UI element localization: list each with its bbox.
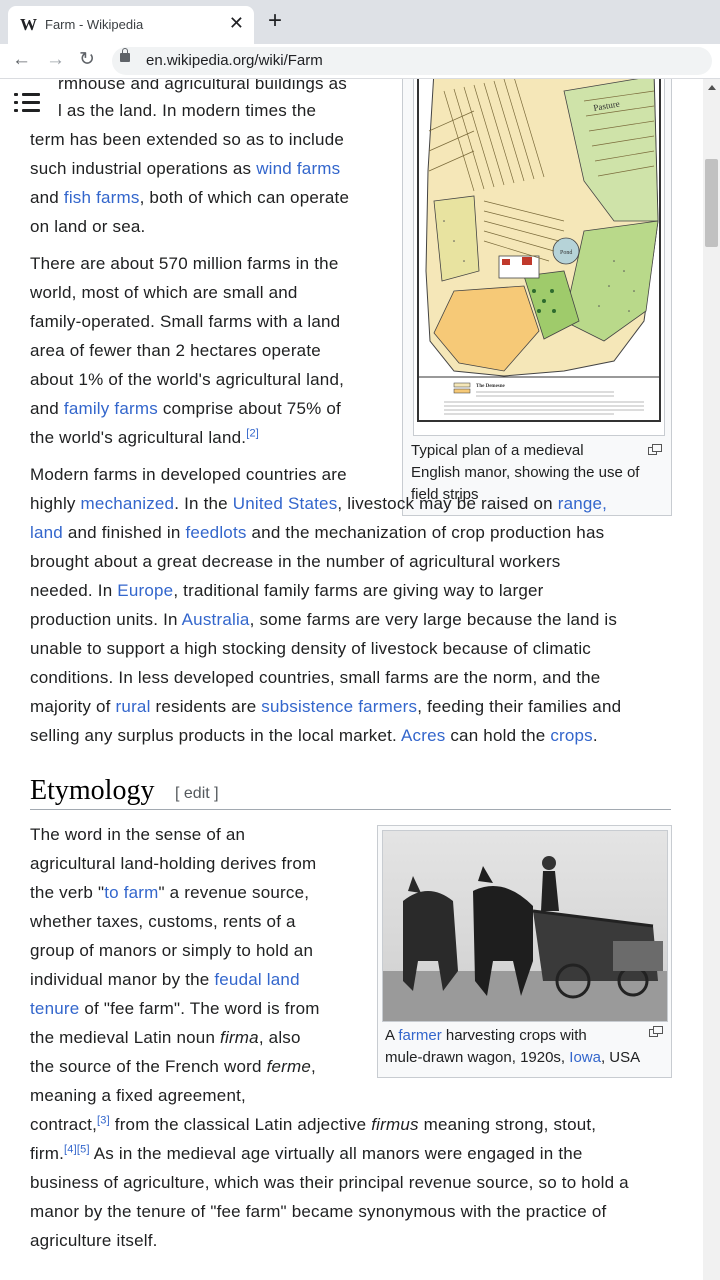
range-land-link[interactable]: range, xyxy=(558,494,607,513)
united-states-link[interactable]: United States xyxy=(233,494,338,513)
europe-link[interactable]: Europe xyxy=(117,581,173,600)
tab-strip: W Farm - Wikipedia ✕ + xyxy=(0,0,720,44)
manor-map-figure: Pasture Pond The Demesne Typical plan of… xyxy=(402,79,672,516)
intro-line: There are about 570 million farms in the xyxy=(30,254,339,273)
intro-line: conditions. In less developed countries,… xyxy=(30,668,601,687)
etymology-line: contract,[3] from the classical Latin ad… xyxy=(30,1114,597,1134)
rural-link[interactable]: rural xyxy=(116,697,151,716)
family-farms-link[interactable]: family farms xyxy=(64,399,158,418)
etymology-line: firm.[4][5] As in the medieval age virtu… xyxy=(30,1143,583,1163)
wind-farms-link[interactable]: wind farms xyxy=(256,159,340,178)
intro-line: land and finished in feedlots and the me… xyxy=(30,523,605,542)
lock-icon xyxy=(120,48,130,62)
etymology-line: group of manors or simply to hold an xyxy=(30,941,314,960)
etymology-line: individual manor by the feudal land xyxy=(30,970,300,989)
enlarge-icon[interactable] xyxy=(649,1026,663,1037)
etymology-line: agriculture itself. xyxy=(30,1231,158,1250)
range-land-link[interactable]: land xyxy=(30,523,63,542)
intro-line: selling any surplus products in the loca… xyxy=(30,726,598,745)
map-caption-line: Typical plan of a medieval xyxy=(411,442,584,459)
url-text: en.wikipedia.org/wiki/Farm xyxy=(146,52,323,69)
enlarge-icon[interactable] xyxy=(648,444,662,455)
browser-tab[interactable]: W Farm - Wikipedia ✕ xyxy=(8,6,254,44)
feudal-land-tenure-link[interactable]: tenure xyxy=(30,999,79,1018)
intro-line: highly mechanized. In the United States,… xyxy=(30,494,608,513)
edit-section-link[interactable]: [ edit ] xyxy=(175,785,219,803)
citation-link[interactable]: [3] xyxy=(97,1114,110,1126)
section-heading-etymology: Etymology [ edit ] xyxy=(30,771,671,810)
iowa-link[interactable]: Iowa xyxy=(569,1049,601,1066)
fish-farms-link[interactable]: fish farms xyxy=(64,188,140,207)
manor-map-illustration: Pasture Pond The Demesne xyxy=(414,79,664,435)
intro-line: world, most of which are small and xyxy=(30,283,298,302)
scrollbar-thumb[interactable] xyxy=(705,159,718,247)
intro-line: majority of rural residents are subsiste… xyxy=(30,697,622,716)
acres-link[interactable]: Acres xyxy=(401,726,445,745)
feedlots-link[interactable]: feedlots xyxy=(185,523,246,542)
close-tab-icon[interactable]: ✕ xyxy=(229,13,244,34)
etymology-line: business of agriculture, which was their… xyxy=(30,1173,629,1192)
citation-link[interactable]: [2] xyxy=(246,427,259,439)
vertical-scrollbar[interactable] xyxy=(703,79,720,1280)
etymology-line: whether taxes, customs, rents of a xyxy=(30,912,296,931)
article-content: rmhouse and agricultural buildings as l … xyxy=(0,79,720,1280)
map-legend-title: The Demesne xyxy=(476,384,506,389)
tab-title: Farm - Wikipedia xyxy=(45,17,144,32)
intro-line: family-operated. Small farms with a land xyxy=(30,312,341,331)
crops-link[interactable]: crops xyxy=(550,726,593,745)
intro-line: the world's agricultural land.[2] xyxy=(30,427,260,447)
etymology-line: the verb "to farm" a revenue source, xyxy=(30,883,310,902)
australia-link[interactable]: Australia xyxy=(182,610,250,629)
farmer-photo-illustration xyxy=(383,831,667,1021)
intro-line: on land or sea. xyxy=(30,217,146,236)
etymology-line: manor by the tenure of "fee farm" became… xyxy=(30,1202,607,1221)
farmer-link[interactable]: farmer xyxy=(398,1027,441,1044)
mechanized-link[interactable]: mechanized xyxy=(81,494,175,513)
photo-caption-line: A farmer harvesting crops with xyxy=(385,1027,587,1044)
browser-toolbar: ← → ↻ en.wikipedia.org/wiki/Farm xyxy=(0,44,720,79)
wikipedia-favicon-icon: W xyxy=(20,15,37,34)
intro-line: brought about a great decrease in the nu… xyxy=(30,552,561,571)
map-label-pond: Pond xyxy=(560,250,572,256)
back-arrow-icon[interactable]: ← xyxy=(12,48,31,72)
subsistence-farmers-link[interactable]: subsistence farmers xyxy=(261,697,417,716)
intro-line: area of fewer than 2 hectares operate xyxy=(30,341,321,360)
reload-icon[interactable]: ↻ xyxy=(79,48,95,72)
intro-line: such industrial operations as wind farms xyxy=(30,159,341,178)
intro-line: and fish farms, both of which can operat… xyxy=(30,188,350,207)
intro-line: and family farms comprise about 75% of xyxy=(30,399,341,418)
forward-arrow-icon[interactable]: → xyxy=(46,48,65,72)
intro-line: unable to support a high stocking densit… xyxy=(30,639,591,658)
etymology-line: agricultural land-holding derives from xyxy=(30,854,317,873)
feudal-land-tenure-link[interactable]: feudal land xyxy=(214,970,299,989)
manor-map-image[interactable]: Pasture Pond The Demesne xyxy=(413,79,665,436)
etymology-line: the medieval Latin noun firma, also xyxy=(30,1028,301,1047)
new-tab-button[interactable]: + xyxy=(268,9,282,33)
farmer-photo-image[interactable] xyxy=(382,830,668,1022)
etymology-line: The word in the sense of an xyxy=(30,825,246,844)
intro-line: needed. In Europe, traditional family fa… xyxy=(30,581,544,600)
etymology-line: meaning a fixed agreement, xyxy=(30,1086,246,1105)
intro-line: Modern farms in developed countries are xyxy=(30,465,347,484)
to-farm-link[interactable]: to farm xyxy=(104,883,158,902)
address-bar[interactable]: en.wikipedia.org/wiki/Farm xyxy=(112,47,712,75)
intro-line: term has been extended so as to include xyxy=(30,130,344,149)
scroll-up-icon[interactable] xyxy=(708,85,716,90)
intro-line: l as the land. In modern times the xyxy=(58,101,317,120)
farmer-photo-figure: A farmer harvesting crops with mule-draw… xyxy=(377,825,672,1078)
map-caption-line: English manor, showing the use of xyxy=(411,464,640,481)
intro-line: production units. In Australia, some far… xyxy=(30,610,618,629)
citation-link[interactable]: [4][5] xyxy=(64,1143,90,1155)
etymology-line: tenure of "fee farm". The word is from xyxy=(30,999,320,1018)
etymology-line: the source of the French word ferme, xyxy=(30,1057,316,1076)
table-of-contents-icon[interactable] xyxy=(14,91,42,117)
section-title: Etymology xyxy=(30,775,155,806)
photo-caption-line: mule-drawn wagon, 1920s, Iowa, USA xyxy=(385,1049,641,1066)
intro-line: about 1% of the world's agricultural lan… xyxy=(30,370,345,389)
